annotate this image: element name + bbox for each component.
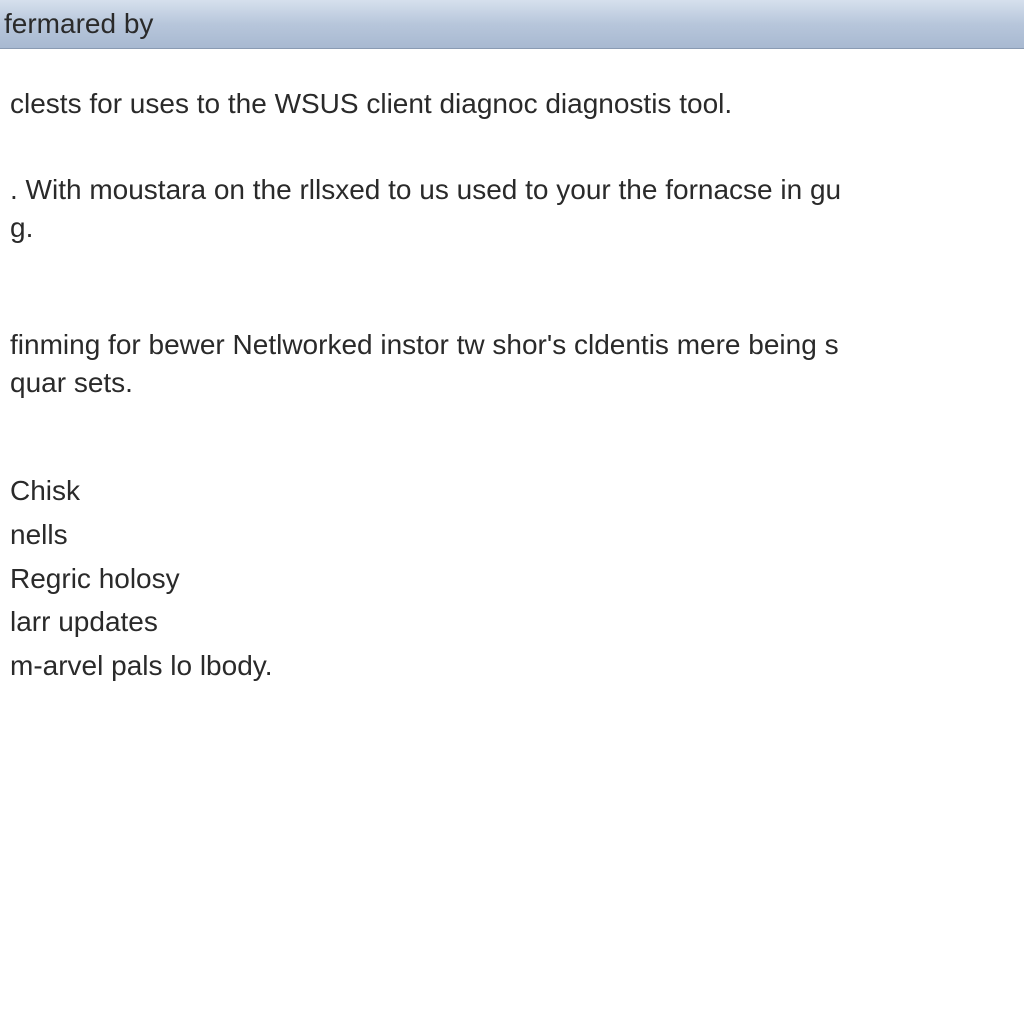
list-item: Regric holosy	[10, 560, 1014, 598]
list-item: larr updates	[10, 603, 1014, 641]
paragraph-2: . With moustara on the rllsxed to us use…	[10, 171, 1014, 247]
paragraph-3-line-1: finming for bewer Netlworked instor tw s…	[10, 326, 1014, 364]
window-title-bar[interactable]: fermared by	[0, 0, 1024, 49]
paragraph-2-line-2: g.	[10, 209, 1014, 247]
paragraph-1-text: clests for uses to the WSUS client diagn…	[10, 88, 732, 119]
item-list: Chisk nells Regric holosy larr updates m…	[10, 472, 1014, 685]
paragraph-3: finming for bewer Netlworked instor tw s…	[10, 326, 1014, 402]
help-window: fermared by clests for uses to the WSUS …	[0, 0, 1024, 1024]
paragraph-1: clests for uses to the WSUS client diagn…	[10, 85, 1014, 123]
list-item: nells	[10, 516, 1014, 554]
document-body: clests for uses to the WSUS client diagn…	[0, 49, 1024, 701]
list-item: Chisk	[10, 472, 1014, 510]
paragraph-2-line-1: . With moustara on the rllsxed to us use…	[10, 171, 1014, 209]
list-item: m-arvel pals lo lbody.	[10, 647, 1014, 685]
paragraph-3-line-2: quar sets.	[10, 364, 1014, 402]
window-title-text: fermared by	[4, 8, 153, 40]
